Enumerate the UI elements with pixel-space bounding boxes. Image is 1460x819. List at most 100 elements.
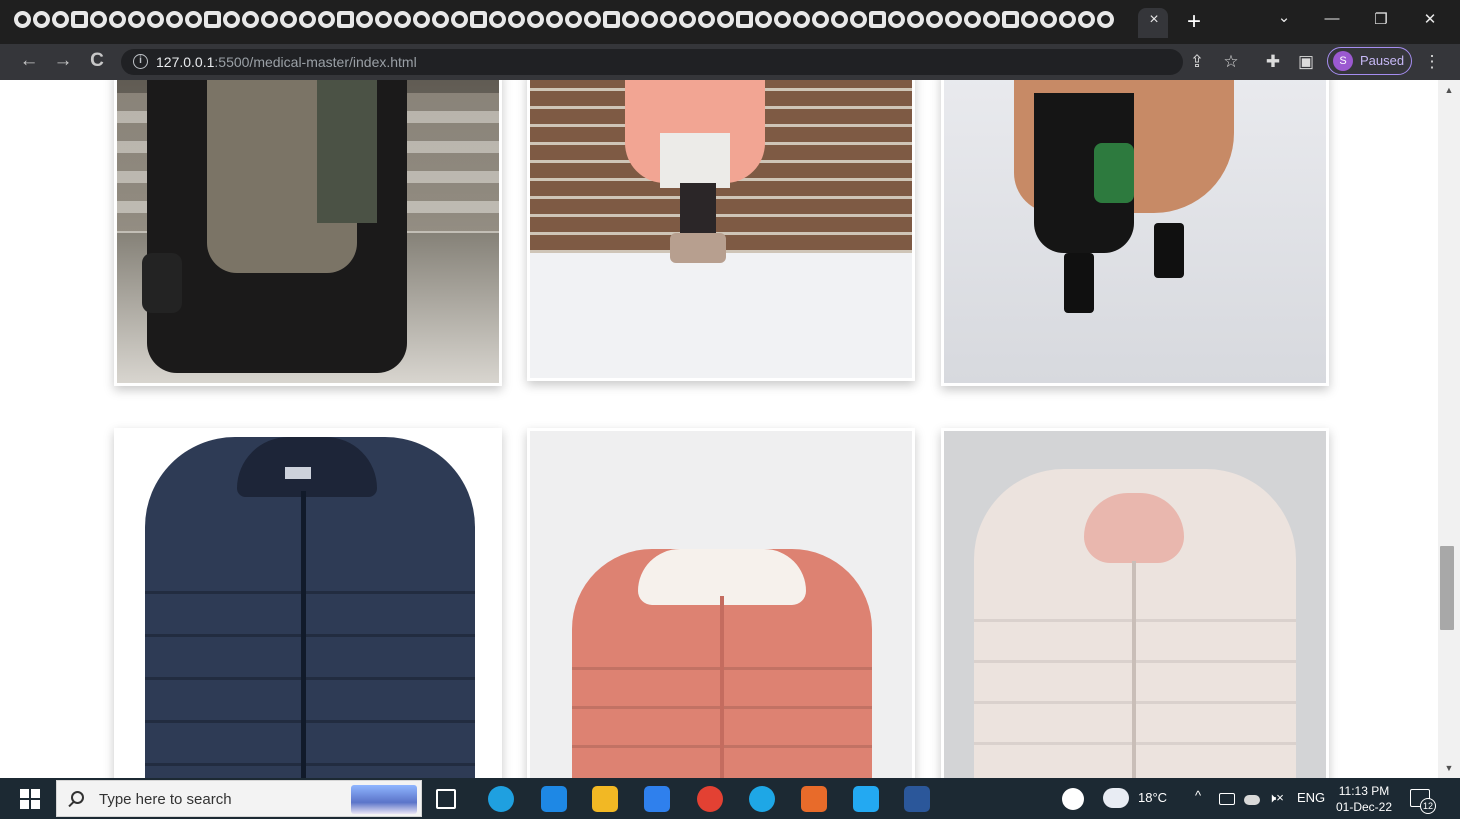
restore-button[interactable]: ❐ (1371, 10, 1391, 28)
gallery-card[interactable] (941, 428, 1329, 778)
tab-favicon-icon[interactable] (983, 11, 1000, 28)
tab-favicon-icon[interactable] (698, 11, 715, 28)
tab-favicon-icon[interactable] (356, 11, 373, 28)
help-icon[interactable] (1062, 788, 1084, 810)
tab-favicon-icon[interactable] (204, 11, 221, 28)
tab-favicon-icon[interactable] (147, 11, 164, 28)
mail-icon[interactable] (541, 786, 567, 812)
scroll-thumb[interactable] (1440, 546, 1454, 630)
tab-favicon-icon[interactable] (622, 11, 639, 28)
task-view-icon[interactable] (436, 789, 456, 809)
tab-favicon-icon[interactable] (945, 11, 962, 28)
weather-icon[interactable] (1103, 788, 1129, 808)
tab-favicon-icon[interactable] (565, 11, 582, 28)
tab-favicon-icon[interactable] (508, 11, 525, 28)
tab-favicon-icon[interactable] (774, 11, 791, 28)
tab-favicon-icon[interactable] (603, 11, 620, 28)
gallery-card[interactable] (114, 80, 502, 386)
gallery-card[interactable] (527, 80, 915, 381)
taskbar-clock[interactable]: 11:13 PM 01-Dec-22 (1332, 783, 1396, 815)
onedrive-icon[interactable] (1244, 795, 1260, 805)
tab-favicon-icon[interactable] (1059, 11, 1076, 28)
bookmark-star-icon[interactable]: ☆ (1220, 52, 1242, 72)
tab-favicon-icon[interactable] (907, 11, 924, 28)
gallery-card[interactable] (941, 80, 1329, 386)
gallery-card[interactable] (114, 428, 502, 778)
profile-button[interactable]: S Paused (1327, 47, 1412, 75)
word-icon[interactable] (904, 786, 930, 812)
search-highlight-image[interactable] (351, 785, 417, 814)
tab-favicon-icon[interactable] (52, 11, 69, 28)
tab-search-icon[interactable]: ⌄ (1274, 8, 1294, 26)
tab-favicon-icon[interactable] (223, 11, 240, 28)
tab-favicon-icon[interactable] (736, 11, 753, 28)
pinned-tab-favicons[interactable] (14, 11, 1114, 33)
vscode-icon[interactable] (853, 786, 879, 812)
share-icon[interactable]: ⇪ (1186, 52, 1208, 72)
tab-favicon-icon[interactable] (299, 11, 316, 28)
tab-favicon-icon[interactable] (432, 11, 449, 28)
tab-favicon-icon[interactable] (14, 11, 31, 28)
language-indicator[interactable]: ENG (1297, 790, 1325, 805)
tab-favicon-icon[interactable] (280, 11, 297, 28)
weather-temperature[interactable]: 18°C (1138, 790, 1167, 805)
tab-favicon-icon[interactable] (755, 11, 772, 28)
gallery-photo-3[interactable] (944, 80, 1326, 383)
tab-favicon-icon[interactable] (717, 11, 734, 28)
scroll-up-arrow-icon[interactable]: ▲ (1442, 84, 1456, 96)
volume-muted-icon[interactable]: 🕨× (1268, 790, 1284, 806)
address-bar[interactable]: i 127.0.0.1:5500/medical-master/index.ht… (121, 49, 1183, 75)
tab-favicon-icon[interactable] (375, 11, 392, 28)
tab-favicon-icon[interactable] (128, 11, 145, 28)
tab-favicon-icon[interactable] (242, 11, 259, 28)
forward-button[interactable]: → (52, 50, 74, 72)
tab-favicon-icon[interactable] (318, 11, 335, 28)
gallery-card[interactable] (527, 428, 915, 778)
tab-favicon-icon[interactable] (660, 11, 677, 28)
gallery-photo-5[interactable] (530, 431, 912, 778)
tab-favicon-icon[interactable] (793, 11, 810, 28)
tab-favicon-icon[interactable] (166, 11, 183, 28)
extensions-icon[interactable]: ✚ (1262, 52, 1284, 72)
tab-favicon-icon[interactable] (850, 11, 867, 28)
back-button[interactable]: ← (18, 50, 40, 72)
tab-favicon-icon[interactable] (1021, 11, 1038, 28)
tab-favicon-icon[interactable] (470, 11, 487, 28)
tab-favicon-icon[interactable] (926, 11, 943, 28)
network-icon[interactable] (1219, 793, 1235, 805)
page-scrollbar[interactable]: ▲ ▼ (1438, 80, 1460, 778)
reload-button[interactable]: C (86, 50, 108, 72)
url-text[interactable]: 127.0.0.1:5500/medical-master/index.html (156, 54, 417, 70)
scroll-down-arrow-icon[interactable]: ▼ (1442, 762, 1456, 774)
tab-favicon-icon[interactable] (451, 11, 468, 28)
gallery-photo-1[interactable] (117, 80, 499, 383)
tab-favicon-icon[interactable] (1078, 11, 1095, 28)
gallery-photo-4[interactable] (117, 431, 499, 778)
edge-icon[interactable] (488, 786, 514, 812)
tab-favicon-icon[interactable] (546, 11, 563, 28)
taskbar-search-box[interactable]: Type here to search (56, 780, 422, 817)
tab-favicon-icon[interactable] (33, 11, 50, 28)
tab-favicon-icon[interactable] (1002, 11, 1019, 28)
tab-favicon-icon[interactable] (831, 11, 848, 28)
side-panel-icon[interactable]: ▣ (1295, 52, 1317, 72)
file-explorer-icon[interactable] (592, 786, 618, 812)
tab-favicon-icon[interactable] (109, 11, 126, 28)
tray-chevron-icon[interactable]: ^ (1195, 788, 1201, 803)
gallery-photo-2[interactable] (530, 80, 912, 378)
tab-favicon-icon[interactable] (1040, 11, 1057, 28)
office-icon[interactable] (801, 786, 827, 812)
tab-favicon-icon[interactable] (394, 11, 411, 28)
tab-favicon-icon[interactable] (337, 11, 354, 28)
close-tab-icon[interactable]: × (1145, 11, 1163, 29)
tab-favicon-icon[interactable] (869, 11, 886, 28)
tab-favicon-icon[interactable] (679, 11, 696, 28)
microsoft-store-icon[interactable] (644, 786, 670, 812)
tab-favicon-icon[interactable] (489, 11, 506, 28)
gallery-photo-6[interactable] (944, 431, 1326, 778)
minimize-button[interactable]: — (1322, 10, 1342, 27)
tab-favicon-icon[interactable] (1097, 11, 1114, 28)
tab-favicon-icon[interactable] (888, 11, 905, 28)
tab-favicon-icon[interactable] (527, 11, 544, 28)
site-info-icon[interactable]: i (133, 54, 148, 69)
